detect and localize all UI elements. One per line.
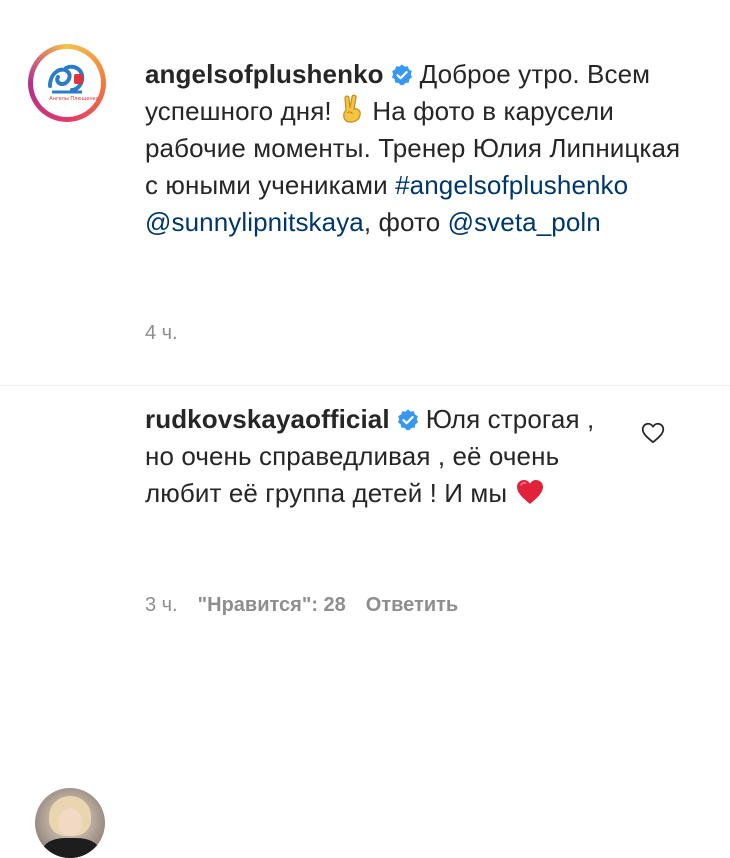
caption-text-part3: , фото: [363, 207, 441, 237]
comment-timestamp[interactable]: 3 ч.: [145, 594, 178, 616]
post-meta: 4 ч.: [145, 322, 178, 345]
avatar-brand-text: Ангелы Плющенко: [49, 96, 98, 102]
comment-meta: 3 ч. "Нравится": 28 Ответить: [145, 594, 458, 617]
verified-badge-icon: [397, 409, 418, 431]
avatar-face: [58, 808, 82, 836]
caption-text: angelsofplushenko Доброе утро. Всем успеш…: [145, 56, 685, 241]
victory-hand-emoji-icon: [343, 94, 361, 123]
comment-username[interactable]: rudkovskayaofficial: [145, 404, 390, 434]
verified-badge-icon: [391, 64, 412, 86]
mention-link-sveta-poln[interactable]: @sveta_poln: [448, 207, 601, 237]
comment-likes-count[interactable]: "Нравится": 28: [198, 594, 346, 616]
post-username[interactable]: angelsofplushenko: [145, 59, 384, 89]
comment-like-heart-icon[interactable]: [640, 420, 666, 446]
reply-button[interactable]: Ответить: [366, 594, 458, 616]
post-caption: Ангелы Плющенко angelsofplushenko Доброе …: [0, 0, 730, 386]
comment-author-avatar[interactable]: [35, 788, 105, 858]
post-author-avatar[interactable]: Ангелы Плющенко: [28, 44, 106, 122]
post-timestamp[interactable]: 4 ч.: [145, 322, 178, 344]
red-heart-emoji-icon: [516, 480, 543, 504]
mention-link-sunnylipnitskaya[interactable]: @sunnylipnitskaya: [145, 207, 364, 237]
angels-logo-icon: Ангелы Плющенко: [39, 55, 99, 111]
hashtag-link[interactable]: #angelsofplushenko: [395, 170, 628, 200]
avatar-body: [43, 838, 99, 858]
comment-text: rudkovskayaofficial Юля строгая , но очен…: [145, 401, 625, 512]
